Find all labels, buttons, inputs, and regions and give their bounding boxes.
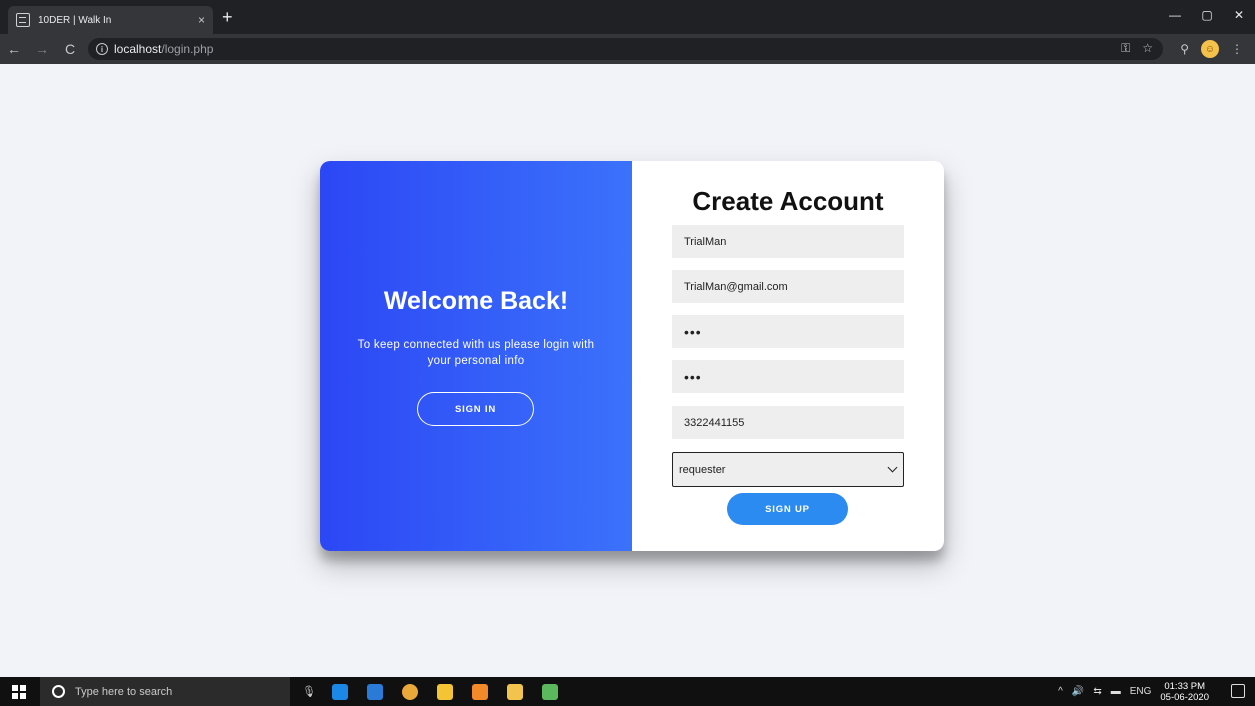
search-placeholder: Type here to search xyxy=(75,685,173,698)
sign-up-button[interactable]: SIGN UP xyxy=(727,493,848,525)
profile-avatar-icon[interactable]: ☺ xyxy=(1201,40,1219,58)
system-tray: ^ 🔊 ⇆ ▬ ENG 01:33 PM 05-06-2020 xyxy=(1058,677,1209,706)
tab-title: 10DER | Walk In xyxy=(38,14,112,26)
browser-tab[interactable]: 10DER | Walk In × xyxy=(8,6,213,34)
microphone-icon[interactable]: 🎙 xyxy=(302,685,316,698)
phone-field[interactable]: 3322441155 xyxy=(672,406,904,439)
network-icon[interactable]: ⇆ xyxy=(1093,686,1101,697)
close-window-icon[interactable]: ✕ xyxy=(1223,0,1255,30)
url-host: localhost xyxy=(114,42,162,56)
language-indicator[interactable]: ENG xyxy=(1130,686,1152,697)
explorer-app-icon[interactable] xyxy=(367,683,383,700)
form-title: Create Account xyxy=(692,186,884,216)
taskbar: Type here to search 🎙 ^ 🔊 ⇆ ▬ ENG 01:33 … xyxy=(0,677,1255,706)
taskbar-search[interactable]: Type here to search xyxy=(40,677,290,706)
sticky-notes-app-icon[interactable] xyxy=(437,683,453,700)
chrome-app-icon[interactable] xyxy=(402,683,418,700)
site-info-icon[interactable]: i xyxy=(96,43,108,55)
url-path: /login.php xyxy=(161,42,214,56)
key-icon[interactable]: ⚿ xyxy=(1121,41,1130,56)
welcome-text: To keep connected with us please login w… xyxy=(357,339,595,367)
create-account-form: Create Account TrialMan TrialMan@gmail.c… xyxy=(632,161,944,551)
welcome-title: Welcome Back! xyxy=(383,287,569,315)
confirm-password-field[interactable]: ••• xyxy=(672,360,904,393)
maximize-icon[interactable]: ▢ xyxy=(1191,0,1223,30)
photos-app-icon[interactable] xyxy=(542,683,558,700)
clock-date: 05-06-2020 xyxy=(1160,691,1209,703)
xampp-app-icon[interactable] xyxy=(472,683,488,700)
windows-start-icon[interactable] xyxy=(12,685,26,699)
extension-icon[interactable]: ⚲ xyxy=(1180,42,1189,56)
tray-expand-icon[interactable]: ^ xyxy=(1058,686,1063,697)
forward-icon[interactable]: → xyxy=(28,41,56,57)
back-icon[interactable]: ← xyxy=(0,41,28,57)
window-controls: — ▢ ✕ xyxy=(1159,0,1255,30)
password-field[interactable]: ••• xyxy=(672,315,904,348)
role-select-value: requester xyxy=(679,463,726,476)
browser-tab-bar: 10DER | Walk In × + — ▢ ✕ xyxy=(0,0,1255,34)
chevron-down-icon xyxy=(887,462,898,473)
email-field[interactable]: TrialMan@gmail.com xyxy=(672,270,904,303)
file-explorer-app-icon[interactable] xyxy=(507,683,523,700)
new-tab-icon[interactable]: + xyxy=(222,7,233,27)
page-favicon-icon xyxy=(16,13,30,27)
clock-time: 01:33 PM xyxy=(1164,680,1206,692)
minimize-icon[interactable]: — xyxy=(1159,0,1191,30)
address-bar[interactable]: i localhost/login.php ⚿ ☆ xyxy=(88,38,1163,60)
role-select[interactable]: requester xyxy=(672,452,904,487)
notification-icon[interactable] xyxy=(1231,684,1245,698)
menu-icon[interactable]: ⋮ xyxy=(1231,42,1243,56)
cortana-icon xyxy=(52,685,65,698)
mail-app-icon[interactable] xyxy=(332,683,348,700)
auth-card: Welcome Back! To keep connected with us … xyxy=(320,161,944,551)
reload-icon[interactable]: C xyxy=(56,41,84,57)
bookmark-star-icon[interactable]: ☆ xyxy=(1142,41,1153,56)
name-field[interactable]: TrialMan xyxy=(672,225,904,258)
sign-in-button[interactable]: SIGN IN xyxy=(417,392,534,426)
battery-icon[interactable]: ▬ xyxy=(1111,686,1121,697)
browser-toolbar: ← → C i localhost/login.php ⚿ ☆ ⚲ ☺ ⋮ xyxy=(0,34,1255,64)
welcome-panel: Welcome Back! To keep connected with us … xyxy=(320,161,632,551)
clock[interactable]: 01:33 PM 05-06-2020 xyxy=(1160,681,1209,703)
volume-icon[interactable]: 🔊 xyxy=(1072,686,1084,697)
tab-close-icon[interactable]: × xyxy=(198,13,205,27)
pinned-apps xyxy=(332,677,558,706)
